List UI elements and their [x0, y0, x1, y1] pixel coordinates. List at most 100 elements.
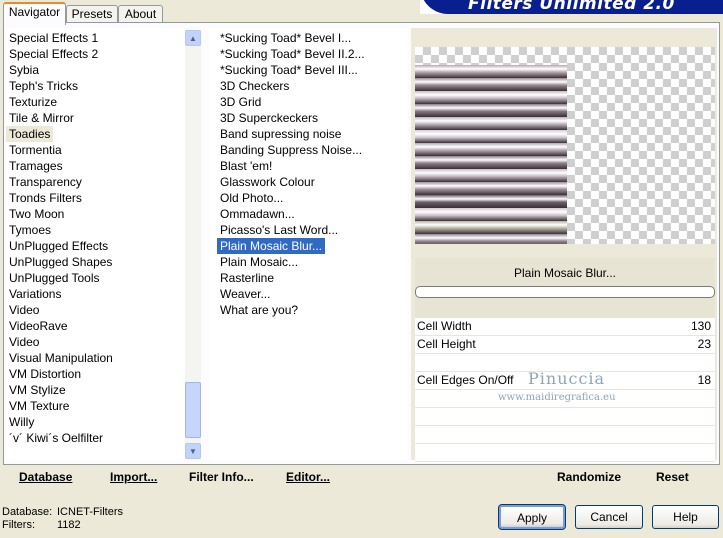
- editor-button[interactable]: Editor...: [286, 470, 330, 484]
- banner-title: Filters Unlimited 2.0: [468, 0, 675, 14]
- filter-item[interactable]: Weaver...: [217, 286, 273, 302]
- preview-stripe: [415, 117, 567, 130]
- preview-image: [415, 47, 715, 244]
- category-list[interactable]: Special Effects 1 Special Effects 2 Sybia T…: [6, 28, 186, 460]
- filter-item[interactable]: Picasso's Last Word...: [217, 222, 341, 238]
- category-item[interactable]: Special Effects 1: [6, 30, 101, 46]
- parameter-row[interactable]: Cell Height 23: [415, 336, 715, 354]
- category-item[interactable]: VM Stylize: [6, 382, 69, 398]
- filter-item[interactable]: Rasterline: [217, 270, 277, 286]
- filter-item[interactable]: Old Photo...: [217, 190, 286, 206]
- parameter-value: 23: [697, 337, 711, 351]
- scroll-down-button[interactable]: ▼: [185, 443, 201, 459]
- database-status-label: Database:: [2, 506, 53, 518]
- apply-button[interactable]: Apply: [498, 504, 566, 530]
- preview-stripe: [415, 65, 567, 78]
- preview-stripe: [415, 130, 567, 143]
- category-item[interactable]: ´v´ Kiwi´s Oelfilter: [6, 430, 106, 446]
- filter-item[interactable]: What are you?: [217, 302, 301, 318]
- preview-stripe: [415, 221, 567, 234]
- scroll-thumb[interactable]: [185, 382, 201, 438]
- preview-stripe: [415, 182, 567, 195]
- help-button[interactable]: Help: [652, 505, 719, 529]
- filter-item[interactable]: Ommadawn...: [217, 206, 298, 222]
- database-status-value: ICNET-Filters: [57, 506, 123, 518]
- preview-stripe: [415, 208, 567, 221]
- category-item[interactable]: Special Effects 2: [6, 46, 101, 62]
- filter-info-button[interactable]: Filter Info...: [189, 470, 254, 484]
- category-item[interactable]: UnPlugged Effects: [6, 238, 111, 254]
- parameter-row[interactable]: [415, 408, 715, 426]
- tab-about[interactable]: About: [118, 5, 163, 23]
- parameter-label: Cell Height: [417, 337, 476, 351]
- category-item[interactable]: Toadies: [6, 126, 54, 142]
- category-item[interactable]: VM Texture: [6, 398, 72, 414]
- category-item[interactable]: Tronds Filters: [6, 190, 85, 206]
- filter-item[interactable]: Plain Mosaic...: [217, 254, 301, 270]
- filter-item[interactable]: 3D Checkers: [217, 78, 292, 94]
- filter-item[interactable]: 3D Superckeckers: [217, 110, 321, 126]
- category-item[interactable]: Texturize: [6, 94, 60, 110]
- parameter-label: Cell Width: [417, 319, 472, 333]
- cancel-button[interactable]: Cancel: [575, 505, 643, 529]
- category-item[interactable]: Video: [6, 302, 42, 318]
- filter-item[interactable]: Band supressing noise: [217, 126, 344, 142]
- category-item[interactable]: Tormentia: [6, 142, 65, 158]
- parameter-value: 18: [697, 373, 711, 387]
- preview-stripe: [415, 104, 567, 117]
- category-item[interactable]: Tile & Mirror: [6, 110, 77, 126]
- category-item[interactable]: VideoRave: [6, 318, 71, 334]
- category-item[interactable]: VM Distortion: [6, 366, 84, 382]
- category-scrollbar[interactable]: ▲ ▼: [185, 30, 201, 459]
- preview-stripe: [415, 195, 567, 208]
- import-button[interactable]: Import...: [110, 470, 157, 484]
- preview-stripe: [415, 169, 567, 182]
- filter-list[interactable]: *Sucking Toad* Bevel I... *Sucking Toad* …: [209, 28, 408, 460]
- parameter-label: Cell Edges On/Off: [417, 373, 514, 387]
- scroll-up-button[interactable]: ▲: [185, 30, 201, 46]
- parameter-row[interactable]: [415, 444, 715, 462]
- tab-navigator[interactable]: Navigator: [3, 2, 66, 25]
- chevron-up-icon: ▲: [189, 33, 197, 43]
- chevron-down-icon: ▼: [189, 446, 197, 456]
- filter-item[interactable]: Banding Suppress Noise...: [217, 142, 365, 158]
- database-button[interactable]: Database: [19, 470, 72, 484]
- randomize-button[interactable]: Randomize: [557, 470, 621, 484]
- watermark-site: www.maidiregrafica.eu: [498, 392, 616, 403]
- preview-stripe: [415, 234, 567, 244]
- category-item[interactable]: Tymoes: [6, 222, 54, 238]
- category-item[interactable]: Tramages: [6, 158, 66, 174]
- filters-status-label: Filters:: [2, 519, 35, 531]
- current-filter-name: Plain Mosaic Blur...: [513, 266, 617, 280]
- filter-item[interactable]: *Sucking Toad* Bevel II.2...: [217, 46, 368, 62]
- category-item[interactable]: Visual Manipulation: [6, 350, 116, 366]
- category-item[interactable]: Video: [6, 334, 42, 350]
- filter-item[interactable]: Blast 'em!: [217, 158, 275, 174]
- category-item[interactable]: UnPlugged Shapes: [6, 254, 115, 270]
- category-item[interactable]: UnPlugged Tools: [6, 270, 103, 286]
- progress-bar: [415, 286, 715, 298]
- preview-stripe: [415, 91, 567, 104]
- filters-status-value: 1182: [57, 519, 81, 531]
- category-item[interactable]: Willy: [6, 414, 37, 430]
- parameter-row[interactable]: Cell Width 130: [415, 318, 715, 336]
- product-banner: Filters Unlimited 2.0: [420, 0, 723, 14]
- filter-item[interactable]: *Sucking Toad* Bevel III...: [217, 62, 361, 78]
- watermark-name: Pinuccia: [528, 369, 606, 388]
- parameter-value: 130: [690, 319, 711, 333]
- filter-item[interactable]: 3D Grid: [217, 94, 264, 110]
- filter-item[interactable]: Glasswork Colour: [217, 174, 318, 190]
- category-item[interactable]: Teph's Tricks: [6, 78, 81, 94]
- category-item[interactable]: Sybia: [6, 62, 42, 78]
- parameter-row[interactable]: [415, 426, 715, 444]
- category-item[interactable]: Transparency: [6, 174, 85, 190]
- category-item[interactable]: Two Moon: [6, 206, 67, 222]
- filter-item[interactable]: *Sucking Toad* Bevel I...: [217, 30, 354, 46]
- preview-stripe: [415, 78, 567, 91]
- reset-button[interactable]: Reset: [656, 470, 689, 484]
- preview-stripe: [415, 156, 567, 169]
- category-item[interactable]: Variations: [6, 286, 64, 302]
- preview-stripe: [415, 143, 567, 156]
- tab-presets[interactable]: Presets: [66, 5, 118, 23]
- filter-item[interactable]: Plain Mosaic Blur...: [217, 238, 326, 254]
